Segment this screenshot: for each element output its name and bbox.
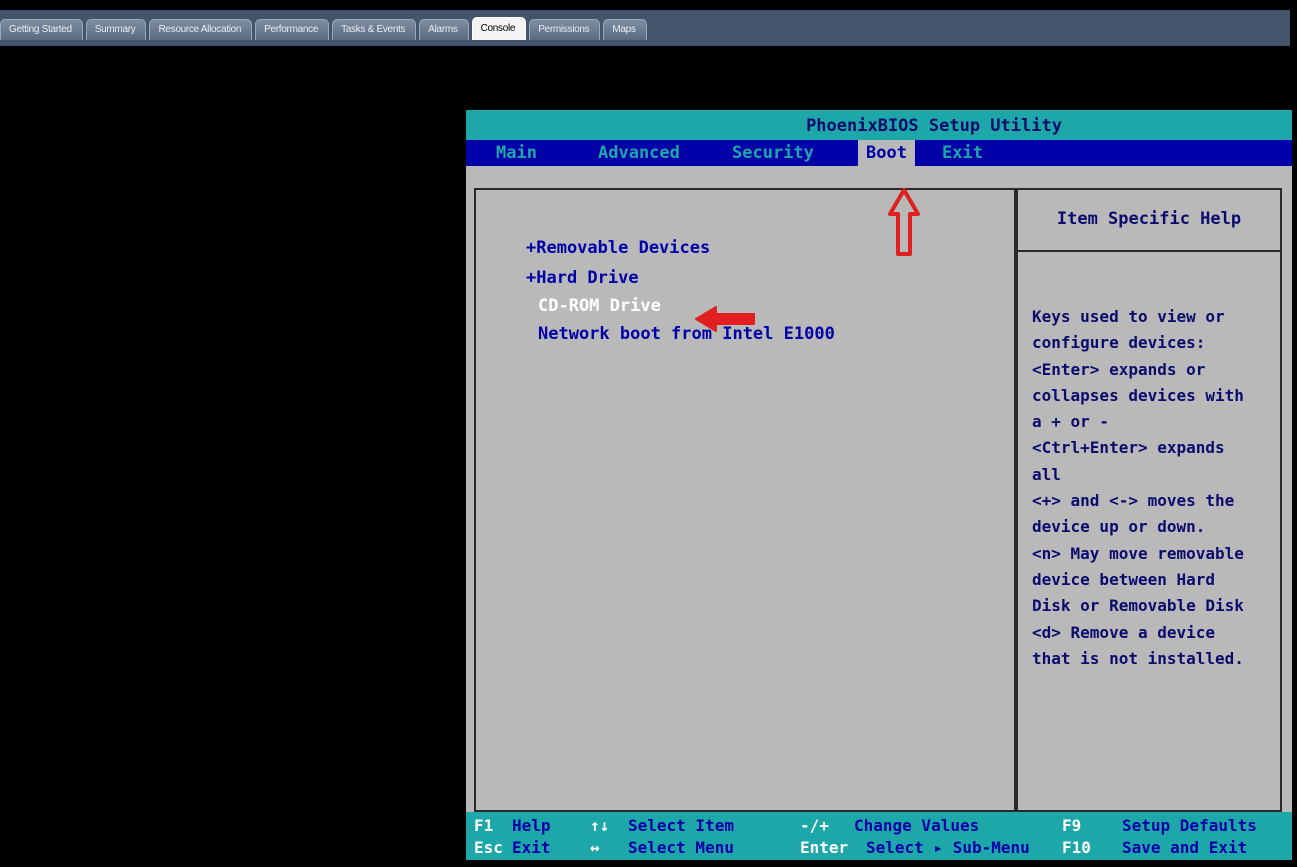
help-line: Keys used to view or [1032,307,1225,326]
tab-performance[interactable]: Performance [255,19,330,40]
bios-menu-main[interactable]: Main [488,140,545,166]
help-line: that is not installed. [1032,648,1244,668]
key-f1-desc: Help [512,816,551,835]
help-line: device up or down. [1032,517,1206,537]
key-f1: F1 [474,816,494,835]
up-arrow-annotation-icon [888,188,920,256]
help-text: Keys used to view or configure devices: … [1032,304,1280,672]
bios-menu-security[interactable]: Security [724,140,822,166]
help-line: collapses devices with [1032,385,1244,405]
item-help-panel: Item Specific Help Keys used to view or … [1016,188,1282,812]
key-enter: Enter [800,838,849,857]
key-f9-desc: Setup Defaults [1122,816,1257,835]
boot-item-cdrom-drive[interactable]: CD-ROM Drive [538,296,661,316]
left-arrow-annotation-icon [695,306,755,332]
tab-maps[interactable]: Maps [603,19,647,40]
key-minus-plus: -/+ [800,816,829,835]
key-f10: F10 [1062,838,1091,857]
key-f9: F9 [1062,816,1082,835]
bios-menu-boot[interactable]: Boot [858,140,915,166]
key-updown: ↑↓ [590,816,610,835]
help-line: Disk or Removable Disk [1032,596,1244,616]
bios-menu-exit[interactable]: Exit [934,140,991,166]
boot-item-hard-drive[interactable]: +Hard Drive [526,268,639,288]
tab-permissions[interactable]: Permissions [529,19,601,40]
key-updown-desc: Select Item [628,816,734,835]
key-esc-desc: Exit [512,838,551,857]
help-line: <n> May move removable [1032,543,1244,563]
boot-order-panel: +Removable Devices +Hard Drive CD-ROM Dr… [474,188,1016,812]
help-line: all [1032,464,1061,484]
tab-resource-allocation[interactable]: Resource Allocation [149,19,253,40]
bios-menu-advanced[interactable]: Advanced [590,140,688,166]
help-line: <Ctrl+Enter> expands [1032,438,1225,458]
help-line: a + or - [1032,412,1110,432]
tab-summary[interactable]: Summary [85,19,147,40]
vsphere-tab-bar: Getting Started Summary Resource Allocat… [0,0,1297,46]
key-enter-desc: Select ▸ Sub-Menu [866,838,1030,857]
key-leftright: ↔ [590,838,600,857]
bios-screen[interactable]: PhoenixBIOS Setup Utility Main Advanced … [466,110,1292,860]
boot-item-removable-devices[interactable]: +Removable Devices [526,238,710,258]
bios-title: PhoenixBIOS Setup Utility [466,110,1292,140]
tab-tasks-events[interactable]: Tasks & Events [332,19,417,40]
bios-key-legend: F1 Help ↑↓ Select Item -/+ Change Values… [466,812,1292,860]
menu-spacer [466,166,1292,186]
tab-console[interactable]: Console [471,17,527,40]
key-f10-desc: Save and Exit [1122,838,1248,857]
tab-alarms[interactable]: Alarms [419,19,469,40]
help-line: configure devices: [1032,333,1206,353]
tab-list: Getting Started Summary Resource Allocat… [0,17,650,40]
key-minus-plus-desc: Change Values [854,816,980,835]
tab-getting-started[interactable]: Getting Started [0,19,83,40]
key-esc: Esc [474,838,503,857]
boot-item-network-boot[interactable]: Network boot from Intel E1000 [538,324,835,344]
help-line: <Enter> expands or [1032,359,1206,379]
help-line: <+> and <-> moves the [1032,491,1235,511]
help-title: Item Specific Help [1018,190,1280,252]
key-leftright-desc: Select Menu [628,838,734,857]
bios-menu-bar: Main Advanced Security Boot Exit [466,140,1292,166]
help-line: device between Hard [1032,569,1216,589]
help-line: <d> Remove a device [1032,622,1216,642]
